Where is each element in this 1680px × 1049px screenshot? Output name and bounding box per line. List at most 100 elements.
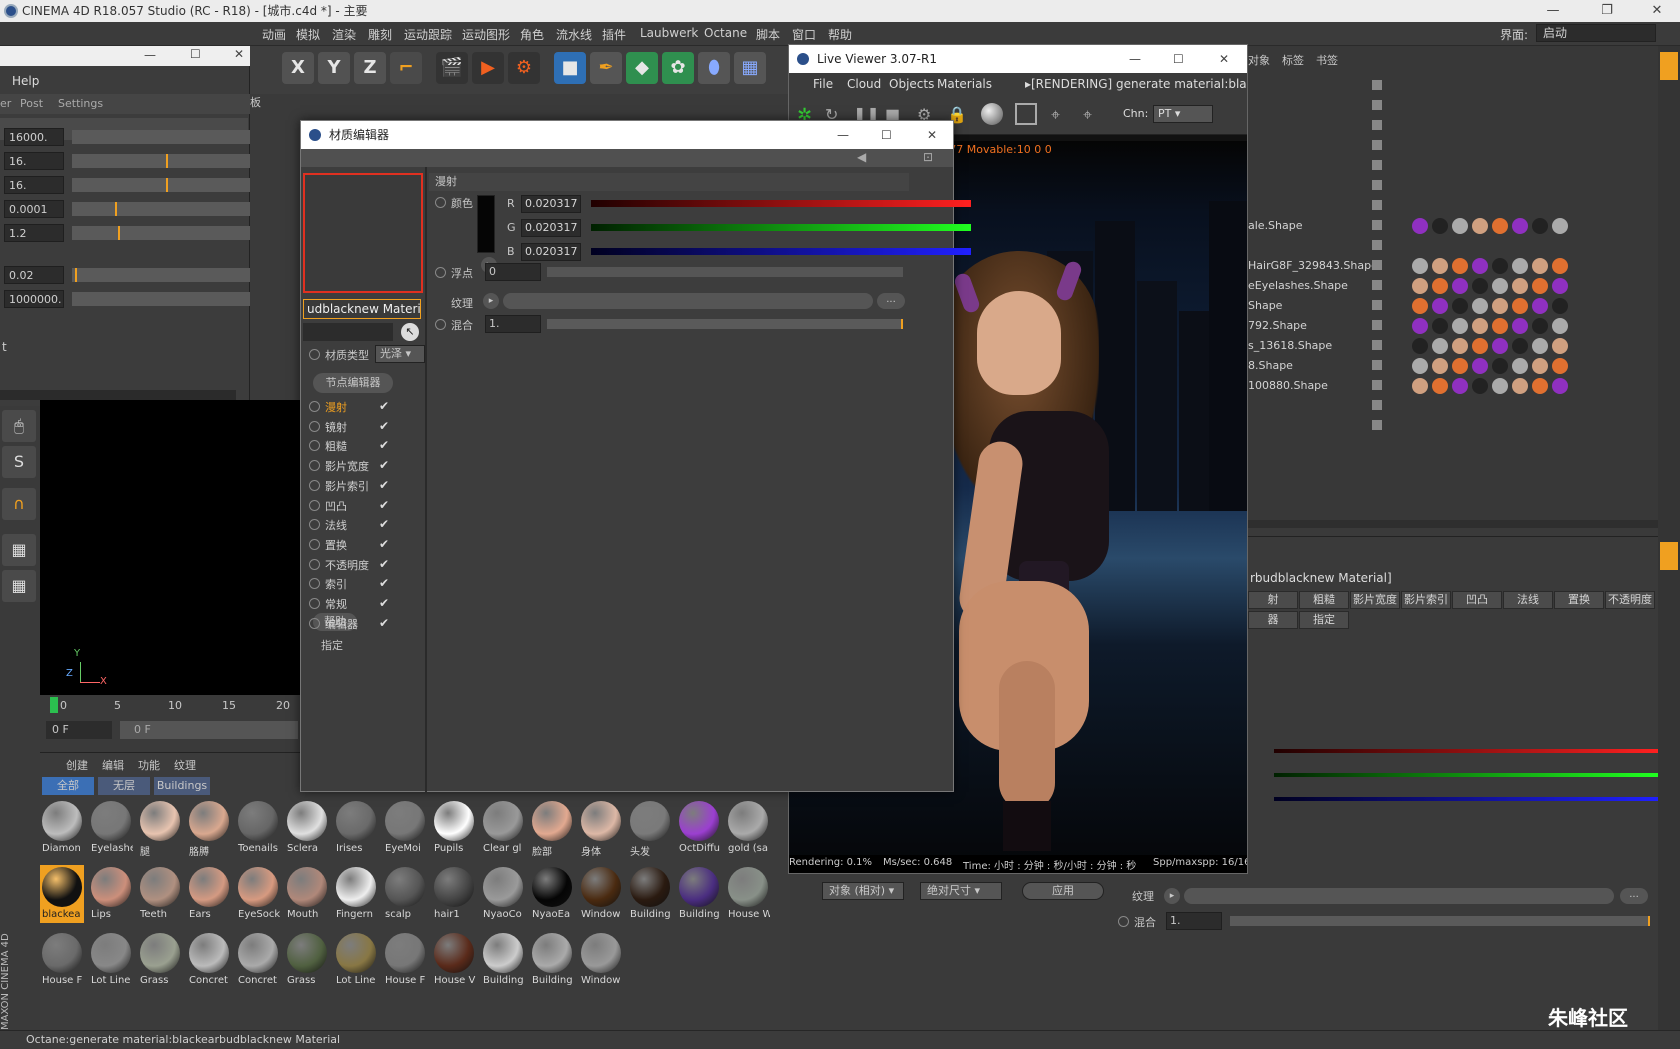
- menu-item-13[interactable]: 帮助: [828, 26, 852, 43]
- visibility-toggle-icon[interactable]: [1372, 360, 1382, 370]
- attr-tab[interactable]: 射: [1248, 591, 1298, 609]
- material-tag-icon[interactable]: [1452, 378, 1468, 394]
- material-swatch[interactable]: Grass: [285, 931, 329, 989]
- material-tag-icon[interactable]: [1472, 338, 1488, 354]
- visibility-toggle-icon[interactable]: [1372, 260, 1382, 270]
- material-swatch[interactable]: Diamon: [40, 799, 84, 857]
- object-row[interactable]: HairG8F_329843.Shape: [1248, 256, 1658, 276]
- mm-filter-tab-0[interactable]: 全部: [42, 777, 94, 795]
- dock-tab-objects[interactable]: [1660, 52, 1678, 80]
- size-mode-dropdown[interactable]: 绝对尺寸 ▾: [920, 882, 1002, 900]
- channel-checkbox[interactable]: ✔: [379, 399, 389, 413]
- material-swatch[interactable]: OctDiffu: [677, 799, 721, 857]
- material-swatch[interactable]: Fingern: [334, 865, 378, 923]
- material-tag-icon[interactable]: [1512, 318, 1528, 334]
- object-row[interactable]: eEyelashes.Shape: [1248, 276, 1658, 296]
- visibility-toggle-icon[interactable]: [1372, 400, 1382, 410]
- material-tag-icon[interactable]: [1412, 338, 1428, 354]
- lock-icon[interactable]: ⊡: [923, 150, 933, 164]
- b-slider[interactable]: [591, 248, 971, 255]
- material-swatch[interactable]: Window: [579, 865, 623, 923]
- material-tag-icon[interactable]: [1492, 338, 1508, 354]
- channel-radio[interactable]: [309, 578, 320, 590]
- object-manager-scrollbar[interactable]: [1248, 520, 1658, 528]
- material-tag-icon[interactable]: [1512, 358, 1528, 374]
- menu-item-4[interactable]: 运动跟踪: [404, 26, 452, 43]
- om-tab-0[interactable]: 对象: [1248, 52, 1270, 68]
- render-picture-viewer-icon[interactable]: ▶: [472, 52, 504, 84]
- om-tab-2[interactable]: 书签: [1316, 52, 1338, 68]
- timeline[interactable]: 0 5 10 15 20 0 F 0 F: [40, 695, 300, 745]
- material-tag-icon[interactable]: [1492, 358, 1508, 374]
- material-swatch[interactable]: gold (sa: [726, 799, 770, 857]
- cloner-icon[interactable]: ✿: [662, 52, 694, 84]
- b-value-field[interactable]: 0.020317: [521, 243, 581, 261]
- visibility-toggle-icon[interactable]: [1372, 420, 1382, 430]
- mm-menu-item-2[interactable]: 功能: [138, 757, 160, 773]
- lv-menu-item-3[interactable]: Materials: [937, 77, 992, 91]
- render-field-value[interactable]: 1000000.: [4, 290, 64, 308]
- snap-icon[interactable]: S: [2, 446, 36, 478]
- channel-dropdown[interactable]: PT ▾: [1153, 105, 1213, 123]
- material-swatch[interactable]: House V: [432, 931, 476, 989]
- material-swatch[interactable]: NyaoCo: [481, 865, 525, 923]
- material-tag-icon[interactable]: [1552, 378, 1568, 394]
- menu-item-3[interactable]: 雕刻: [368, 26, 392, 43]
- render-field-slider[interactable]: [72, 202, 250, 216]
- pick-icon[interactable]: ↖: [401, 323, 419, 341]
- lv-maximize-button[interactable]: ☐: [1173, 45, 1184, 73]
- channel-item[interactable]: 影片宽度 ✔: [309, 456, 421, 476]
- z-axis-lock-button[interactable]: Z: [354, 52, 386, 84]
- bottom-texture-slot[interactable]: [1184, 888, 1614, 904]
- pick-focus-icon[interactable]: ⌖: [1051, 105, 1060, 125]
- render-field-slider[interactable]: [72, 292, 250, 306]
- material-type-radio[interactable]: [309, 349, 320, 360]
- visibility-toggle-icon[interactable]: [1372, 100, 1382, 110]
- material-tag-icon[interactable]: [1472, 298, 1488, 314]
- channel-item[interactable]: 凹凸 ✔: [309, 496, 421, 516]
- render-view-icon[interactable]: 🎬: [436, 52, 468, 84]
- cube-primitive-icon[interactable]: ■: [554, 52, 586, 84]
- material-tag-icon[interactable]: [1532, 298, 1548, 314]
- material-tag-icon[interactable]: [1512, 218, 1528, 234]
- timeline-ruler[interactable]: 0 5 10 15 20: [50, 699, 300, 715]
- material-swatch[interactable]: Ears: [187, 865, 231, 923]
- material-type-dropdown[interactable]: 光泽 ▾: [375, 345, 425, 363]
- object-row[interactable]: [1248, 96, 1658, 116]
- channel-checkbox[interactable]: ✔: [379, 458, 389, 472]
- channel-checkbox[interactable]: ✔: [379, 498, 389, 512]
- attr-tab[interactable]: 粗糙: [1299, 591, 1349, 609]
- bottom-texture-browse[interactable]: ...: [1620, 888, 1648, 904]
- interface-dropdown[interactable]: 启动: [1536, 24, 1656, 42]
- attr-tab[interactable]: 影片索引: [1401, 591, 1451, 609]
- channel-checkbox[interactable]: ✔: [379, 419, 389, 433]
- attr-b-slider[interactable]: [1274, 797, 1658, 801]
- mix-value-field[interactable]: 1.: [485, 315, 541, 333]
- material-swatch[interactable]: Clear gl: [481, 799, 525, 857]
- bottom-mix-slider[interactable]: [1230, 916, 1650, 926]
- material-swatch[interactable]: House F: [40, 931, 84, 989]
- channel-checkbox[interactable]: ✔: [379, 438, 389, 452]
- material-swatch[interactable]: scalp: [383, 865, 427, 923]
- material-tag-icon[interactable]: [1492, 278, 1508, 294]
- channel-checkbox[interactable]: ✔: [379, 596, 389, 610]
- visibility-toggle-icon[interactable]: [1372, 220, 1382, 230]
- floor-icon[interactable]: ▦: [734, 52, 766, 84]
- menu-item-5[interactable]: 运动图形: [462, 26, 510, 43]
- material-swatch[interactable]: NyaoEa: [530, 865, 574, 923]
- me-minimize-button[interactable]: —: [837, 121, 849, 149]
- channel-item[interactable]: 粗糙 ✔: [309, 436, 421, 456]
- menu-item-11[interactable]: 脚本: [756, 26, 780, 43]
- material-tag-icon[interactable]: [1532, 258, 1548, 274]
- material-tag-icon[interactable]: [1472, 358, 1488, 374]
- material-tag-icon[interactable]: [1532, 378, 1548, 394]
- assign-tab[interactable]: 指定: [321, 637, 343, 653]
- material-tag-icon[interactable]: [1432, 298, 1448, 314]
- material-tag-icon[interactable]: [1552, 218, 1568, 234]
- material-tag-icon[interactable]: [1472, 218, 1488, 234]
- material-tag-icon[interactable]: [1512, 258, 1528, 274]
- playhead[interactable]: [50, 697, 58, 713]
- object-row[interactable]: s_13618.Shape: [1248, 336, 1658, 356]
- material-swatch[interactable]: Sclera: [285, 799, 329, 857]
- material-swatch[interactable]: 脸部: [530, 799, 574, 857]
